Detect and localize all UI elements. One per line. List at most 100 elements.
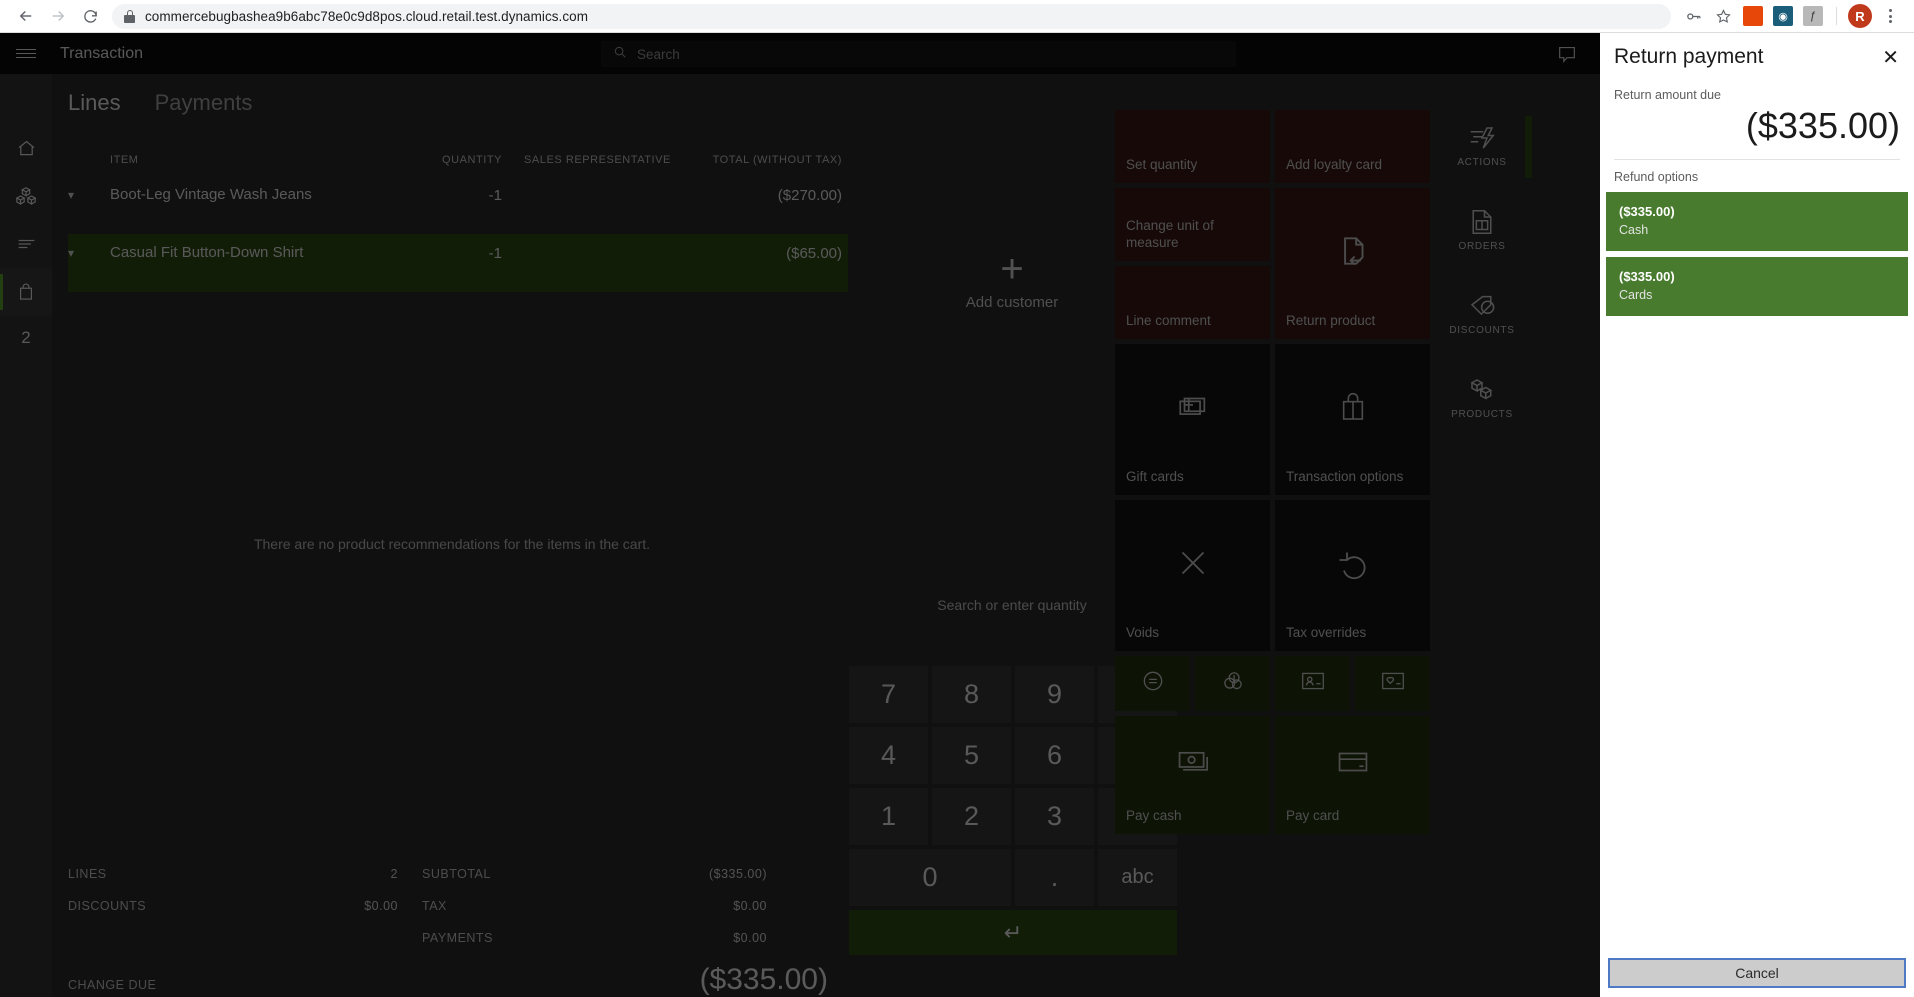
search-input[interactable]: Search: [601, 41, 1236, 67]
totals-summary: LINES 2 DISCOUNTS $0.00 SUBTOTAL ($335.0…: [68, 867, 828, 945]
left-navigation-rail: 2: [0, 33, 52, 997]
credit-card-icon: [1275, 716, 1430, 808]
refund-amount: ($335.00): [1619, 204, 1675, 219]
nav-item-actions[interactable]: ACTIONS: [1440, 110, 1524, 180]
cart-item-count: 2: [21, 328, 31, 347]
tile-no-sale[interactable]: [1115, 656, 1190, 711]
active-nav-indicator: [1525, 116, 1532, 178]
chevron-down-icon[interactable]: ▾: [68, 186, 110, 202]
decimal-key[interactable]: .: [1015, 849, 1094, 906]
sidebar-item-list[interactable]: [0, 220, 52, 268]
hamburger-menu-icon[interactable]: [0, 33, 52, 74]
dialog-title: Return payment: [1614, 45, 1764, 68]
tile-line-comment[interactable]: Line comment: [1115, 266, 1270, 339]
tab-payments[interactable]: Payments: [155, 90, 253, 120]
tile-label: Change unit of measure: [1126, 218, 1214, 251]
totals-discounts-label: DISCOUNTS: [68, 899, 147, 913]
abc-key[interactable]: abc: [1098, 849, 1177, 906]
password-key-icon[interactable]: [1679, 2, 1707, 30]
tile-gift-cards[interactable]: Gift cards: [1115, 344, 1270, 495]
tile-set-quantity[interactable]: Set quantity: [1115, 110, 1270, 183]
tile-return-product[interactable]: Return product: [1275, 188, 1430, 339]
totals-subtotal: SUBTOTAL ($335.00): [422, 867, 767, 881]
key-8[interactable]: 8: [932, 666, 1011, 723]
tile-change-unit-of-measure[interactable]: Change unit of measure: [1115, 188, 1270, 261]
close-icon[interactable]: ✕: [1880, 45, 1901, 71]
tile-add-loyalty-card[interactable]: Add loyalty card: [1275, 110, 1430, 183]
key-6[interactable]: 6: [1015, 727, 1094, 784]
url-text: commercebugbashea9b6abc78e0c9d8pos.cloud…: [145, 8, 589, 24]
nav-item-products[interactable]: PRODUCTS: [1440, 362, 1524, 432]
key-9[interactable]: 9: [1015, 666, 1094, 723]
refund-option-cards[interactable]: ($335.00) Cards: [1606, 257, 1908, 316]
refund-method: Cards: [1619, 288, 1653, 302]
id-card-icon: [1300, 670, 1326, 697]
extension-icon-2[interactable]: ◉: [1769, 2, 1797, 30]
loyalty-card-icon: [1380, 670, 1406, 697]
close-x-icon: [1115, 500, 1270, 625]
tile-tax-overrides[interactable]: Tax overrides: [1275, 500, 1430, 651]
lock-icon: [124, 9, 135, 23]
sidebar-item-inventory[interactable]: [0, 172, 52, 220]
page-title: Transaction: [60, 44, 143, 62]
totals-tax-value: $0.00: [733, 899, 767, 913]
reload-icon[interactable]: [74, 0, 106, 32]
kebab-menu-icon[interactable]: [1876, 2, 1904, 30]
cart-table-header: ITEM QUANTITY SALES REPRESENTATIVE TOTAL…: [68, 154, 848, 176]
key-2[interactable]: 2: [932, 788, 1011, 845]
chevron-down-icon[interactable]: ▾: [68, 244, 110, 260]
key-4[interactable]: 4: [849, 727, 928, 784]
right-navigation: ACTIONS ORDERS DISCOUNTS PRODUCTS: [1440, 110, 1524, 446]
tile-pay-card[interactable]: Pay card: [1275, 716, 1430, 834]
star-icon[interactable]: [1709, 2, 1737, 30]
tab-lines[interactable]: Lines: [68, 90, 121, 120]
toolbar-divider: [1836, 7, 1837, 25]
tile-label: Voids: [1126, 625, 1160, 641]
table-row[interactable]: ▾ Boot-Leg Vintage Wash Jeans -1 ($270.0…: [68, 176, 848, 234]
tile-transaction-options[interactable]: Transaction options: [1275, 344, 1430, 495]
gift-card-icon: [1115, 344, 1270, 469]
cart-table: ITEM QUANTITY SALES REPRESENTATIVE TOTAL…: [68, 154, 848, 292]
key-1[interactable]: 1: [849, 788, 928, 845]
nav-label: PRODUCTS: [1451, 408, 1513, 420]
table-row[interactable]: ▾ Casual Fit Button-Down Shirt -1 ($65.0…: [68, 234, 848, 292]
tile-label: Tax overrides: [1286, 625, 1367, 641]
message-icon[interactable]: [1556, 43, 1578, 65]
refund-option-cash[interactable]: ($335.00) Cash: [1606, 192, 1908, 251]
enter-key[interactable]: ↵: [849, 910, 1177, 955]
search-placeholder: Search: [637, 46, 680, 62]
products-cubes-icon: [1470, 378, 1493, 400]
tile-pay-cash[interactable]: Pay cash: [1115, 716, 1270, 834]
key-0[interactable]: 0: [849, 849, 1011, 906]
nav-item-discounts[interactable]: DISCOUNTS: [1440, 278, 1524, 348]
key-7[interactable]: 7: [849, 666, 928, 723]
back-arrow-icon[interactable]: [10, 0, 42, 32]
nav-item-orders[interactable]: ORDERS: [1440, 194, 1524, 264]
office-extension-icon[interactable]: [1739, 2, 1767, 30]
extension-icon-3[interactable]: ƒ: [1799, 2, 1827, 30]
avatar[interactable]: R: [1846, 2, 1874, 30]
tile-label: Transaction options: [1286, 469, 1404, 485]
cancel-button[interactable]: Cancel: [1608, 958, 1906, 988]
dialog-header: Return payment ✕: [1600, 33, 1914, 71]
tile-loyalty-card[interactable]: [1355, 656, 1430, 711]
tile-id-card[interactable]: [1275, 656, 1350, 711]
tile-label: Pay card: [1286, 808, 1340, 824]
refund-options-label: Refund options: [1614, 170, 1699, 184]
return-amount-due-label: Return amount due: [1614, 88, 1722, 102]
add-customer-label: Add customer: [965, 294, 1059, 311]
key-3[interactable]: 3: [1015, 788, 1094, 845]
key-5[interactable]: 5: [932, 727, 1011, 784]
tile-label: Return product: [1286, 313, 1376, 329]
address-bar[interactable]: commercebugbashea9b6abc78e0c9d8pos.cloud…: [112, 3, 1671, 29]
home-icon: [18, 140, 34, 155]
tile-voids[interactable]: Voids: [1115, 500, 1270, 651]
currency-coins-icon: [1220, 668, 1246, 699]
sidebar-item-home[interactable]: [0, 124, 52, 172]
refund-options-list: ($335.00) Cash ($335.00) Cards: [1600, 192, 1914, 316]
tile-currency[interactable]: [1195, 656, 1270, 711]
forward-arrow-icon[interactable]: [42, 0, 74, 32]
sidebar-item-cart[interactable]: [0, 268, 52, 316]
search-icon: [613, 45, 627, 64]
tile-label: Line comment: [1126, 313, 1211, 329]
